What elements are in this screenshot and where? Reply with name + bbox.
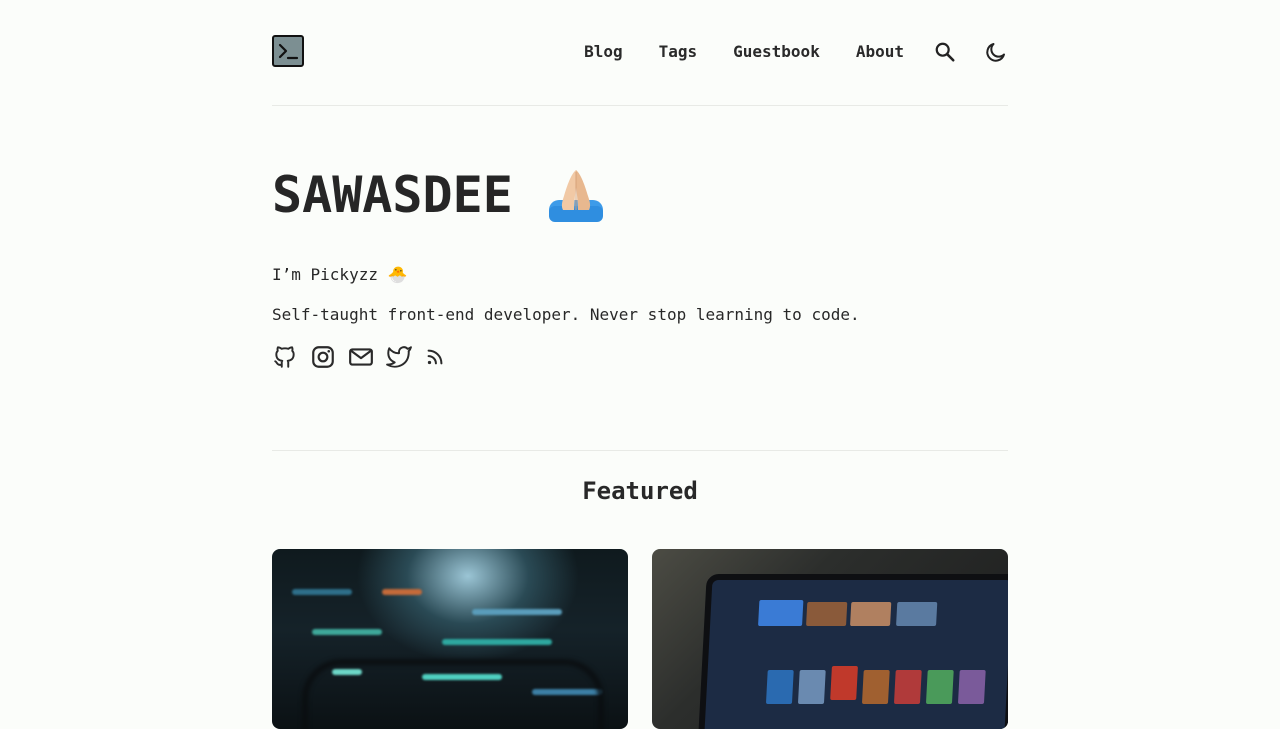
page: Blog Tags Guestbook About SAWASDEE I’m P… [272,0,1008,729]
twitter-link[interactable] [386,344,412,370]
nav-tags[interactable]: Tags [659,42,698,61]
featured-card-1[interactable] [272,549,628,729]
intro: I’m Pickyzz 🐣 Self-taught front-end deve… [272,264,1008,326]
search-icon [935,42,955,62]
main-nav: Blog Tags Guestbook About [548,40,1008,64]
hero-section: SAWASDEE I’m Pickyzz 🐣 Self-taught front… [272,106,1008,370]
terminal-icon [278,43,299,59]
search-button[interactable] [934,41,956,63]
nav-blog[interactable]: Blog [584,42,623,61]
featured-cards [272,549,1008,729]
rss-icon [427,349,443,365]
featured-card-2[interactable] [652,549,1008,729]
email-link[interactable] [348,344,374,370]
greeting-text: I’m Pickyzz 🐣 [272,265,408,284]
card-image [272,549,628,729]
hero-title-text: SAWASDEE [272,166,513,224]
github-icon [274,346,295,368]
rss-link[interactable] [424,346,446,368]
nav-guestbook[interactable]: Guestbook [733,42,820,61]
github-link[interactable] [272,344,298,370]
social-links [272,344,1008,370]
instagram-icon [312,346,334,368]
site-logo[interactable] [272,34,304,67]
hero-title: SAWASDEE [272,166,1008,224]
tagline-text: Self-taught front-end developer. Never s… [272,305,860,324]
featured-section: Featured [272,477,1008,729]
section-divider [272,450,1008,451]
site-header: Blog Tags Guestbook About [272,0,1008,106]
nav-about[interactable]: About [856,42,904,61]
moon-icon [986,42,1005,62]
twitter-icon [386,346,412,368]
featured-heading: Featured [582,477,698,505]
card-image [652,549,1008,729]
mail-icon [349,348,373,366]
folded-hands-icon [547,166,605,224]
instagram-link[interactable] [310,344,336,370]
theme-toggle-button[interactable] [984,40,1008,64]
